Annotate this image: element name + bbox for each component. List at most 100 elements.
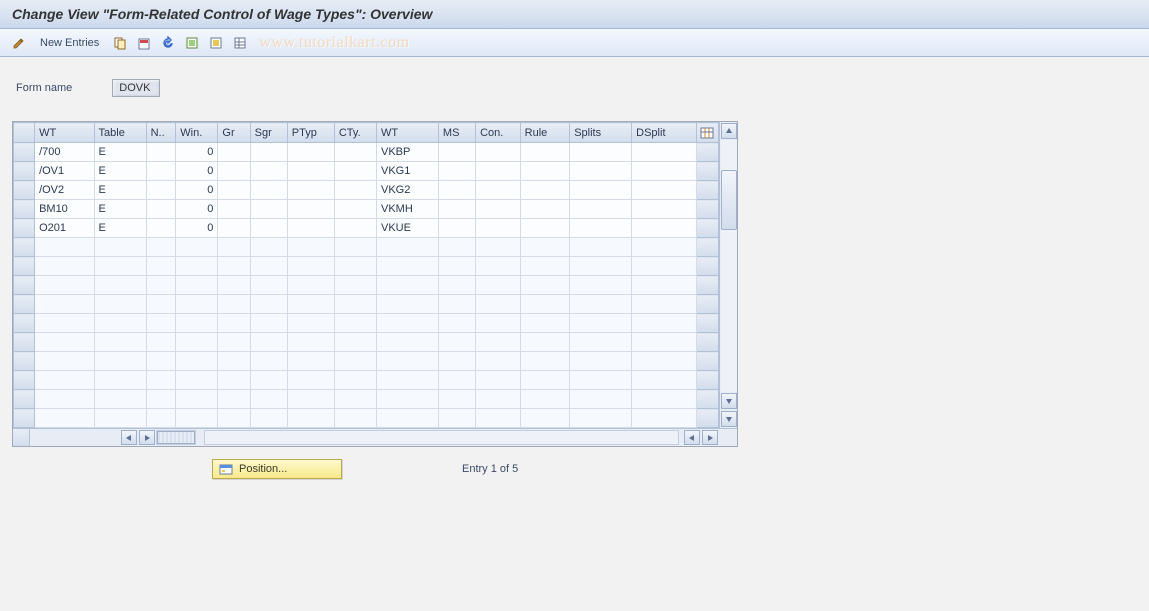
cell[interactable] bbox=[218, 314, 250, 333]
hscroll-left-a-icon[interactable] bbox=[121, 430, 137, 445]
col-wt[interactable]: WT bbox=[35, 123, 94, 143]
cell[interactable]: VKG2 bbox=[376, 181, 438, 200]
col-table[interactable]: Table bbox=[94, 123, 146, 143]
cell[interactable] bbox=[570, 200, 632, 219]
row-handle[interactable] bbox=[14, 371, 35, 390]
col-n[interactable]: N.. bbox=[146, 123, 176, 143]
scroll-down-a-icon[interactable] bbox=[721, 393, 737, 409]
hscroll-left-b-icon[interactable] bbox=[684, 430, 700, 445]
cell[interactable] bbox=[218, 162, 250, 181]
cell[interactable] bbox=[146, 181, 176, 200]
cell[interactable] bbox=[218, 238, 250, 257]
cell[interactable] bbox=[146, 200, 176, 219]
cell[interactable] bbox=[520, 257, 570, 276]
cell[interactable] bbox=[176, 352, 218, 371]
cell[interactable] bbox=[218, 181, 250, 200]
cell[interactable] bbox=[35, 352, 94, 371]
cell[interactable] bbox=[35, 238, 94, 257]
cell[interactable]: E bbox=[94, 219, 146, 238]
cell[interactable] bbox=[376, 352, 438, 371]
cell[interactable] bbox=[438, 200, 475, 219]
cell[interactable] bbox=[35, 295, 94, 314]
cell[interactable] bbox=[250, 200, 287, 219]
cell[interactable] bbox=[520, 162, 570, 181]
cell[interactable] bbox=[146, 371, 176, 390]
cell[interactable] bbox=[218, 295, 250, 314]
cell[interactable] bbox=[218, 219, 250, 238]
cell[interactable] bbox=[35, 276, 94, 295]
row-handle[interactable] bbox=[14, 295, 35, 314]
cell[interactable] bbox=[250, 143, 287, 162]
cell[interactable] bbox=[94, 333, 146, 352]
cell[interactable] bbox=[176, 257, 218, 276]
cell[interactable] bbox=[94, 295, 146, 314]
cell[interactable] bbox=[146, 257, 176, 276]
cell[interactable] bbox=[438, 390, 475, 409]
cell[interactable] bbox=[520, 352, 570, 371]
cell[interactable] bbox=[146, 143, 176, 162]
horizontal-scrollbar[interactable] bbox=[13, 428, 737, 446]
col-sgr[interactable]: Sgr bbox=[250, 123, 287, 143]
position-button[interactable]: Position... bbox=[212, 459, 342, 479]
hscroll-track-right[interactable] bbox=[204, 430, 679, 445]
cell[interactable] bbox=[334, 371, 376, 390]
cell[interactable] bbox=[520, 314, 570, 333]
cell[interactable] bbox=[35, 333, 94, 352]
cell[interactable] bbox=[520, 333, 570, 352]
cell[interactable] bbox=[570, 143, 632, 162]
cell[interactable]: E bbox=[94, 200, 146, 219]
cell[interactable] bbox=[334, 200, 376, 219]
table-row[interactable]: /700E0VKBP bbox=[14, 143, 719, 162]
copy-icon[interactable] bbox=[111, 34, 129, 52]
row-handle[interactable] bbox=[14, 238, 35, 257]
cell[interactable] bbox=[632, 219, 696, 238]
hscroll-right-a-icon[interactable] bbox=[139, 430, 155, 445]
cell[interactable]: VKG1 bbox=[376, 162, 438, 181]
col-splits[interactable]: Splits bbox=[570, 123, 632, 143]
cell[interactable] bbox=[632, 314, 696, 333]
cell[interactable] bbox=[287, 162, 334, 181]
cell[interactable] bbox=[570, 409, 632, 428]
cell[interactable] bbox=[146, 390, 176, 409]
cell[interactable] bbox=[94, 371, 146, 390]
cell[interactable]: 0 bbox=[176, 162, 218, 181]
cell[interactable] bbox=[376, 333, 438, 352]
cell[interactable] bbox=[632, 200, 696, 219]
cell[interactable] bbox=[632, 409, 696, 428]
cell[interactable] bbox=[376, 409, 438, 428]
cell[interactable] bbox=[146, 352, 176, 371]
cell[interactable] bbox=[476, 409, 521, 428]
cell[interactable] bbox=[438, 181, 475, 200]
cell[interactable] bbox=[476, 200, 521, 219]
cell[interactable] bbox=[334, 333, 376, 352]
table-row[interactable] bbox=[14, 314, 719, 333]
table-row[interactable]: BM10E0VKMH bbox=[14, 200, 719, 219]
cell[interactable] bbox=[35, 314, 94, 333]
cell[interactable] bbox=[632, 390, 696, 409]
cell[interactable]: 0 bbox=[176, 181, 218, 200]
cell[interactable] bbox=[250, 390, 287, 409]
cell[interactable] bbox=[176, 390, 218, 409]
cell[interactable] bbox=[570, 333, 632, 352]
cell[interactable] bbox=[334, 219, 376, 238]
cell[interactable] bbox=[476, 219, 521, 238]
cell[interactable] bbox=[438, 219, 475, 238]
scroll-up-icon[interactable] bbox=[721, 123, 737, 139]
cell[interactable] bbox=[438, 276, 475, 295]
cell[interactable] bbox=[146, 238, 176, 257]
table-row[interactable] bbox=[14, 333, 719, 352]
table-row[interactable]: /OV2E0VKG2 bbox=[14, 181, 719, 200]
row-handle[interactable] bbox=[14, 181, 35, 200]
cell[interactable] bbox=[334, 276, 376, 295]
cell[interactable] bbox=[250, 371, 287, 390]
table-view-icon[interactable] bbox=[231, 34, 249, 52]
table-row[interactable] bbox=[14, 409, 719, 428]
table-row[interactable] bbox=[14, 257, 719, 276]
cell[interactable] bbox=[176, 295, 218, 314]
hscroll-right-b-icon[interactable] bbox=[702, 430, 718, 445]
cell[interactable]: O201 bbox=[35, 219, 94, 238]
cell[interactable] bbox=[476, 181, 521, 200]
table-row[interactable] bbox=[14, 390, 719, 409]
cell[interactable] bbox=[632, 295, 696, 314]
cell[interactable] bbox=[520, 295, 570, 314]
